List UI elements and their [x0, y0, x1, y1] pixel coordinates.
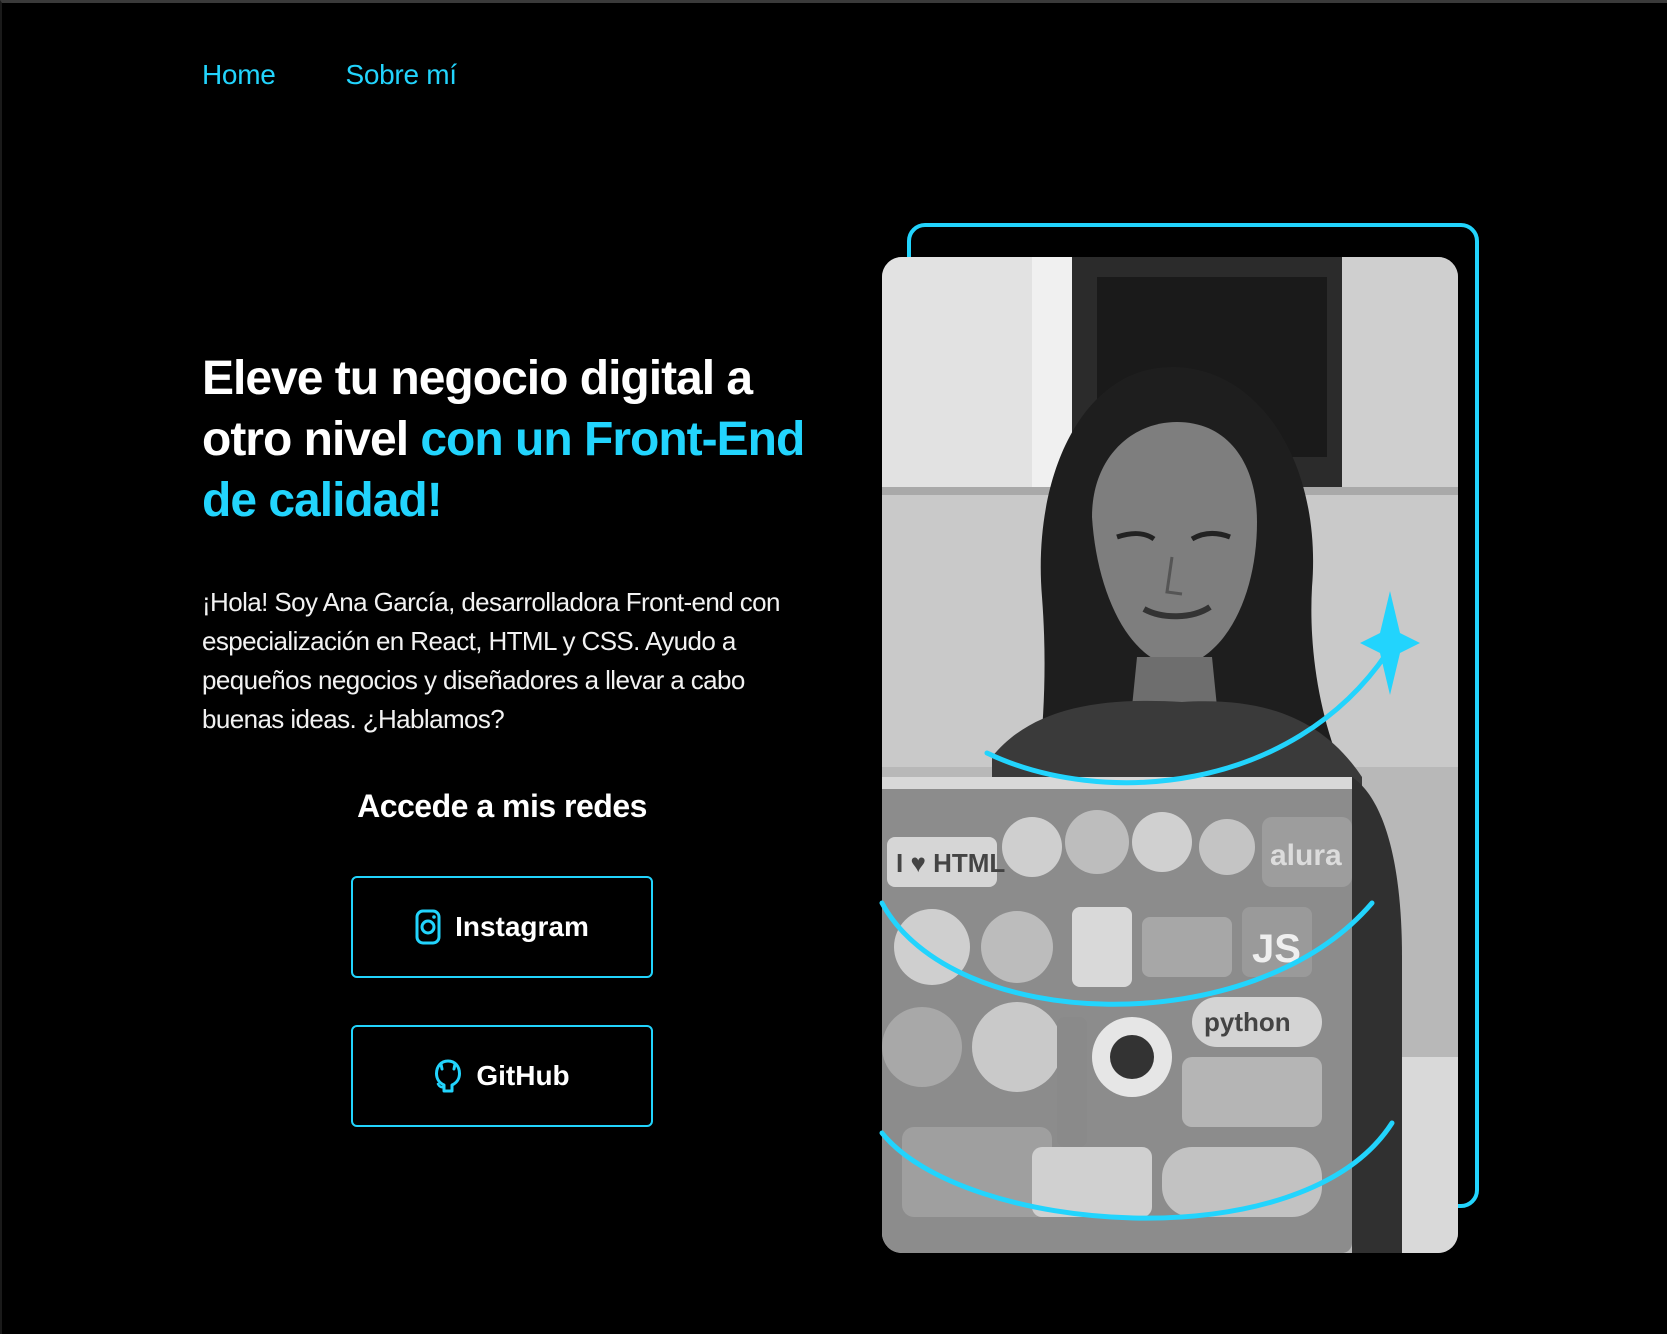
social-title: Accede a mis redes [357, 788, 647, 824]
profile-photo: I ♥ HTML alura JS python [882, 257, 1458, 1253]
page: Home Sobre mí Eleve tu negocio digital a… [0, 0, 1667, 1334]
instagram-icon [415, 909, 441, 945]
sticker-alura-text: alura [1270, 839, 1342, 872]
github-label: GitHub [476, 1060, 570, 1091]
nav-home-link[interactable]: Home [202, 59, 276, 91]
github-button[interactable]: GitHub [351, 1025, 653, 1127]
hero-headline: Eleve tu negocio digital a otro nivel co… [202, 348, 822, 531]
sticker-python-text: python [1204, 1007, 1291, 1037]
sticker-js-text: JS [1252, 927, 1301, 971]
instagram-button[interactable]: Instagram [351, 876, 653, 978]
github-icon [434, 1058, 462, 1094]
nav-about-link[interactable]: Sobre mí [346, 59, 458, 91]
hero-intro: ¡Hola! Soy Ana García, desarrolladora Fr… [202, 587, 780, 734]
instagram-label: Instagram [455, 911, 589, 942]
top-nav: Home Sobre mí [202, 59, 457, 91]
sticker-html-text: I ♥ HTML [896, 848, 1005, 878]
